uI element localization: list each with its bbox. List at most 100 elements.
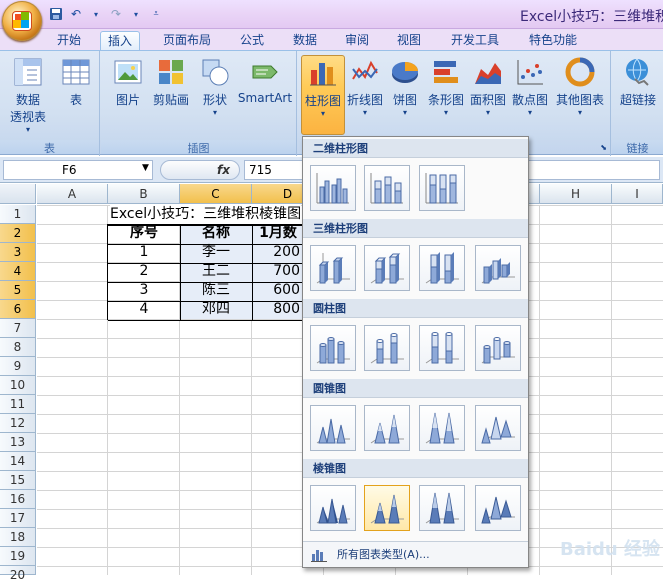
pivot-table-button[interactable]: 数据 透视表 ▾: [6, 57, 50, 135]
name-box-dropdown-icon[interactable]: ▼: [142, 163, 149, 173]
office-button[interactable]: [2, 1, 42, 41]
dropdown-arrow-icon[interactable]: ▾: [128, 6, 144, 22]
cell-jan-2[interactable]: 700: [252, 262, 304, 281]
chart-stacked-cone[interactable]: [364, 405, 410, 451]
smartart-button[interactable]: SmartArt: [235, 57, 295, 105]
row-header-10[interactable]: 10: [0, 376, 36, 395]
cell-name-3[interactable]: 陈三: [180, 281, 252, 300]
column-chart-gallery: 二维柱形图 三维柱形图 圆柱图 圆锥图 棱锥图 所有图表类型(A)...: [302, 136, 529, 568]
header-jan[interactable]: 1月数: [252, 224, 304, 243]
redo-icon[interactable]: ↷: [108, 6, 124, 22]
row-header-1[interactable]: 1: [0, 205, 36, 224]
chart-100-stacked-pyramid[interactable]: [419, 485, 465, 531]
row-header-17[interactable]: 17: [0, 509, 36, 528]
save-icon[interactable]: [48, 6, 64, 22]
column-header-c[interactable]: C: [180, 184, 252, 204]
cell-name-4[interactable]: 邓四: [180, 300, 252, 319]
column-header-i[interactable]: I: [612, 184, 663, 204]
customize-qat-icon[interactable]: ⩡: [148, 6, 164, 22]
cell-jan-4[interactable]: 800: [252, 300, 304, 319]
chart-2d-100-stacked-column[interactable]: [419, 165, 465, 211]
cell-jan-1[interactable]: 200: [252, 243, 304, 262]
tab-page-layout[interactable]: 页面布局: [156, 31, 218, 50]
chart-clustered-cylinder[interactable]: [310, 325, 356, 371]
cell-seq-1[interactable]: 1: [108, 243, 180, 262]
row-header-15[interactable]: 15: [0, 471, 36, 490]
cell-name-1[interactable]: 李一: [180, 243, 252, 262]
chart-3d-100-stacked-column[interactable]: [419, 245, 465, 291]
chart-2d-stacked-column[interactable]: [364, 165, 410, 211]
dialog-launcher-icon[interactable]: ⬊: [600, 143, 607, 152]
name-box[interactable]: F6: [3, 160, 153, 180]
column-header-h[interactable]: H: [540, 184, 612, 204]
tab-formulas[interactable]: 公式: [233, 31, 271, 50]
cell-jan-3[interactable]: 600: [252, 281, 304, 300]
table-button[interactable]: 表: [58, 57, 94, 108]
row-header-5[interactable]: 5: [0, 281, 36, 300]
chart-clustered-cone[interactable]: [310, 405, 356, 451]
pie-chart-button[interactable]: 饼图 ▾: [387, 57, 423, 118]
chart-3d-column[interactable]: [475, 245, 521, 291]
picture-button[interactable]: 图片: [109, 57, 147, 108]
chart-clustered-pyramid[interactable]: [310, 485, 356, 531]
row-header-4[interactable]: 4: [0, 262, 36, 281]
row-header-19[interactable]: 19: [0, 547, 36, 566]
cell-seq-4[interactable]: 4: [108, 300, 180, 319]
insert-function-button[interactable]: fx: [160, 160, 240, 180]
row-header-12[interactable]: 12: [0, 414, 36, 433]
tab-developer[interactable]: 开发工具: [444, 31, 506, 50]
shapes-button[interactable]: 形状 ▾: [197, 57, 233, 118]
row-header-3[interactable]: 3: [0, 243, 36, 262]
column-header-a[interactable]: A: [37, 184, 108, 204]
header-seq[interactable]: 序号: [108, 224, 180, 243]
row-header-16[interactable]: 16: [0, 490, 36, 509]
area-chart-button[interactable]: 面积图 ▾: [468, 57, 508, 118]
chart-stacked-cylinder[interactable]: [364, 325, 410, 371]
chart-2d-clustered-column[interactable]: [310, 165, 356, 211]
tab-home[interactable]: 开始: [50, 31, 88, 50]
tab-insert[interactable]: 插入: [100, 31, 141, 50]
shapes-icon: [202, 59, 229, 86]
chart-3d-clustered-column[interactable]: [310, 245, 356, 291]
row-header-20[interactable]: 20: [0, 566, 36, 582]
dropdown-arrow-icon[interactable]: ▾: [88, 6, 104, 22]
row-header-18[interactable]: 18: [0, 528, 36, 547]
row-header-6[interactable]: 6: [0, 300, 36, 319]
cell-seq-3[interactable]: 3: [108, 281, 180, 300]
row-header-9[interactable]: 9: [0, 357, 36, 376]
hyperlink-label: 超链接: [619, 93, 656, 107]
cell-name-2[interactable]: 王二: [180, 262, 252, 281]
column-chart-button[interactable]: 柱形图 ▾: [301, 55, 345, 135]
chart-100-stacked-cylinder[interactable]: [419, 325, 465, 371]
chart-100-stacked-cone[interactable]: [419, 405, 465, 451]
cell-b1-title[interactable]: Excel小技巧：三维堆积棱锥图: [110, 205, 302, 224]
row-header-7[interactable]: 7: [0, 319, 36, 338]
chart-stacked-pyramid[interactable]: [364, 485, 410, 531]
select-all-corner[interactable]: [0, 184, 36, 204]
tab-view[interactable]: 视图: [390, 31, 428, 50]
clip-art-button[interactable]: 剪贴画: [149, 57, 193, 108]
bar-chart-button[interactable]: 条形图 ▾: [426, 57, 466, 118]
line-chart-button[interactable]: 折线图 ▾: [345, 57, 385, 118]
row-header-2[interactable]: 2: [0, 224, 36, 243]
hyperlink-button[interactable]: 超链接: [616, 57, 660, 108]
row-header-13[interactable]: 13: [0, 433, 36, 452]
tab-data[interactable]: 数据: [286, 31, 324, 50]
column-header-b[interactable]: B: [108, 184, 180, 204]
row-header-14[interactable]: 14: [0, 452, 36, 471]
undo-icon[interactable]: ↶: [68, 6, 84, 22]
header-name[interactable]: 名称: [180, 224, 252, 243]
shapes-label: 形状: [202, 93, 227, 107]
row-header-11[interactable]: 11: [0, 395, 36, 414]
other-charts-button[interactable]: 其他图表 ▾: [552, 57, 608, 118]
row-header-8[interactable]: 8: [0, 338, 36, 357]
tab-review[interactable]: 审阅: [338, 31, 376, 50]
chart-3d-cone[interactable]: [475, 405, 521, 451]
chart-3d-cylinder[interactable]: [475, 325, 521, 371]
tab-special-features[interactable]: 特色功能: [522, 31, 584, 50]
scatter-chart-button[interactable]: 散点图 ▾: [510, 57, 550, 118]
chart-3d-pyramid[interactable]: [475, 485, 521, 531]
cell-seq-2[interactable]: 2: [108, 262, 180, 281]
chart-3d-stacked-column[interactable]: [364, 245, 410, 291]
all-chart-types-button[interactable]: 所有图表类型(A)...: [303, 541, 528, 567]
